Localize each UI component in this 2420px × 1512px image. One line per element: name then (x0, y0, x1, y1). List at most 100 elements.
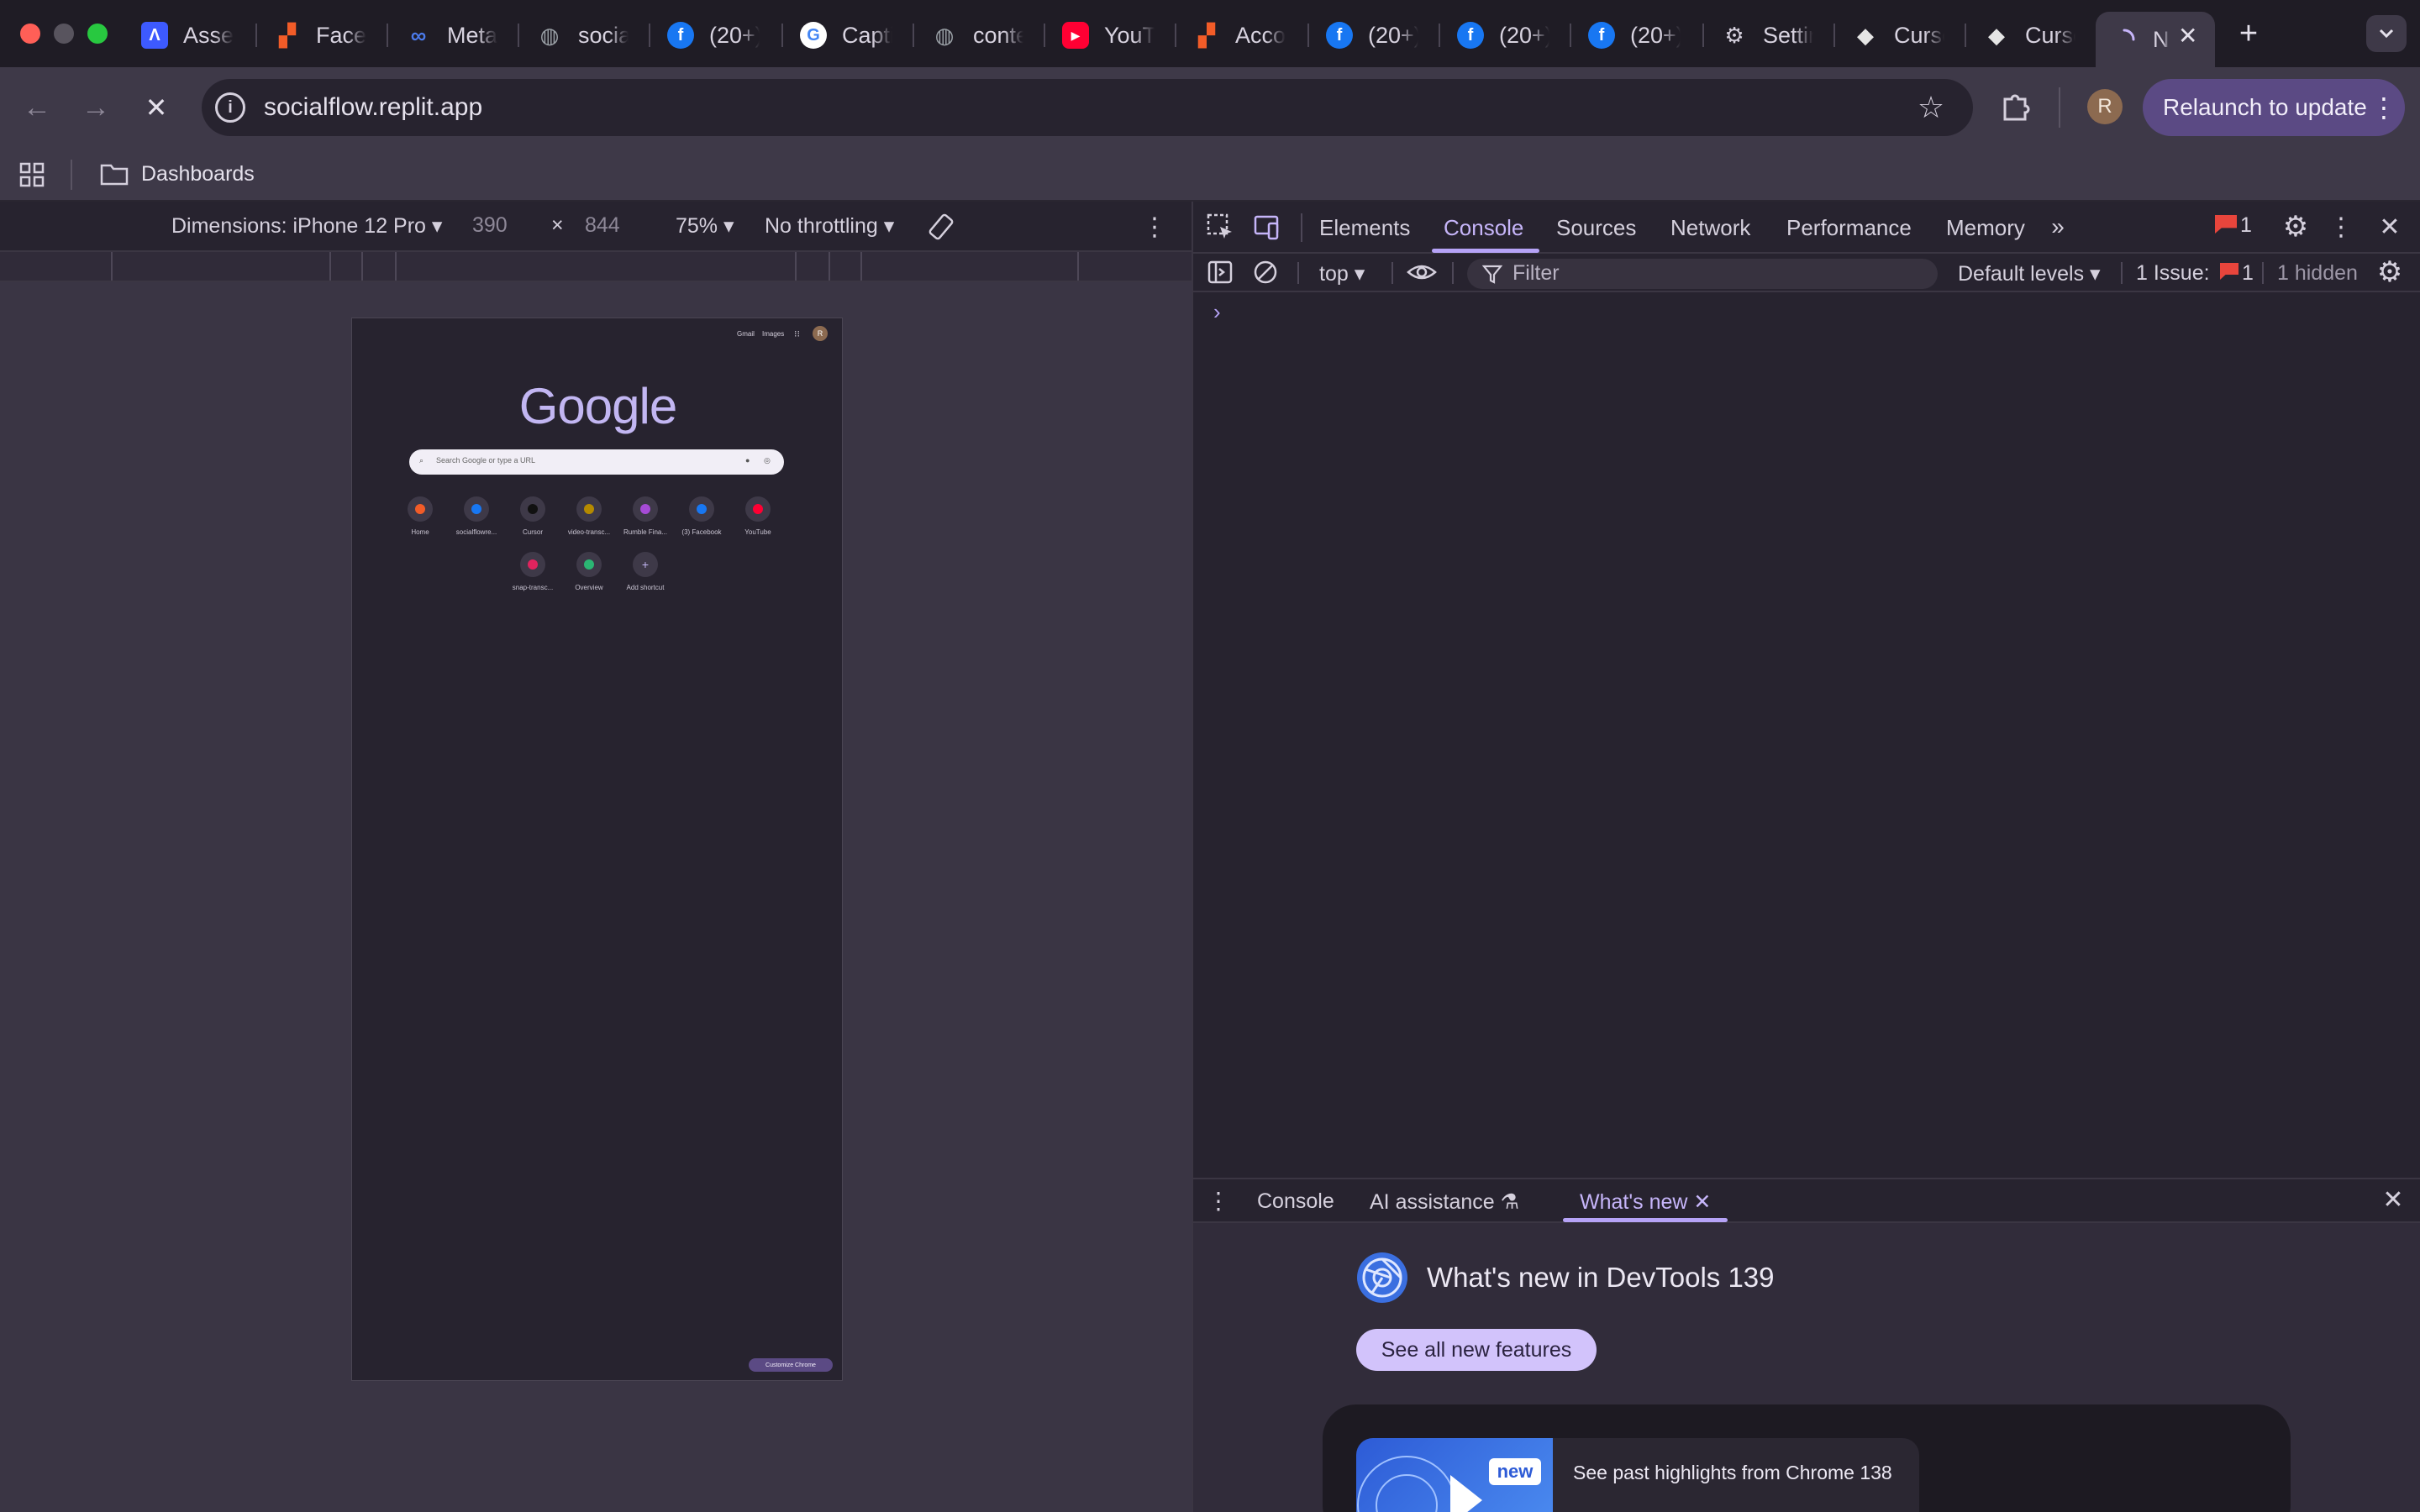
inspect-element-icon[interactable] (1205, 212, 1235, 242)
drawer-menu-icon[interactable]: ⋮ (1207, 1186, 1230, 1215)
devtools-menu-icon[interactable]: ⋮ (2328, 210, 2354, 244)
filter-placeholder: Filter (1512, 261, 1560, 285)
extensions-icon[interactable] (1998, 89, 2033, 124)
tab[interactable]: ◆ Cursor (1837, 12, 1961, 59)
relaunch-button[interactable]: Relaunch to update (2143, 79, 2405, 136)
shortcut-tile[interactable]: Overview (561, 552, 617, 591)
device-toggle-icon[interactable] (1252, 212, 1282, 242)
issues-label[interactable]: 1 Issue: (2136, 261, 2210, 286)
width-input[interactable]: 390 (472, 213, 508, 238)
shortcut-tile[interactable]: + Add shortcut (618, 552, 673, 591)
shortcut-label: Overview (575, 584, 603, 591)
clear-console-icon[interactable] (1252, 259, 1279, 286)
devtools-tab-network[interactable]: Network (1670, 215, 1750, 241)
log-levels-select[interactable]: Default levels ▾ (1958, 261, 2101, 286)
see-all-features-button[interactable]: See all new features (1356, 1329, 1597, 1371)
shortcut-tile[interactable]: Home (392, 496, 448, 536)
rotate-icon[interactable] (926, 212, 956, 242)
stop-loading-button[interactable]: ✕ (136, 87, 176, 128)
tab[interactable]: ⚙ Settings (1706, 12, 1830, 59)
shortcut-label: (3) Facebook (681, 528, 722, 536)
console-input-area[interactable] (1244, 299, 2403, 1139)
shortcut-tile[interactable]: (3) Facebook (674, 496, 729, 536)
search-placeholder: Search Google or type a URL (436, 456, 536, 465)
settings-gear-icon[interactable]: ⚙ (2279, 210, 2312, 244)
tab[interactable]: ▞ Account (1178, 12, 1302, 59)
url-text[interactable]: socialflow.replit.app (264, 93, 482, 122)
tab[interactable]: ∞ Meta (390, 12, 514, 59)
shortcut-tile[interactable]: Rumble Fina... (618, 496, 673, 536)
minimize-window-button[interactable] (54, 24, 74, 44)
tab[interactable]: ▞ Facebook (259, 12, 383, 59)
site-info-icon[interactable]: i (215, 92, 245, 123)
forward-button[interactable]: → (76, 87, 116, 128)
close-tab-icon[interactable]: ✕ (1693, 1190, 1711, 1214)
tab[interactable]: ◆ Cursor (1968, 12, 2092, 59)
new-tab-button[interactable]: + (2232, 16, 2265, 51)
shortcut-label: Add shortcut (626, 584, 665, 591)
issue-badge-count[interactable]: 1 (2240, 213, 2252, 238)
bookmark-folder-dashboards[interactable]: Dashboards (141, 162, 255, 186)
shortcut-favicon-icon (576, 552, 602, 577)
zoom-select[interactable]: 75% ▾ (676, 213, 734, 239)
hidden-count: 1 hidden (2277, 261, 2358, 285)
tab[interactable]: ◍ socialflow (521, 12, 645, 59)
tab-search-button[interactable] (2366, 15, 2407, 52)
close-devtools-icon[interactable]: ✕ (2375, 210, 2405, 244)
back-button[interactable]: ← (17, 87, 57, 128)
sidebar-toggle-icon[interactable] (1207, 259, 1234, 286)
tab[interactable]: f (20+) (652, 12, 776, 59)
shortcut-tile[interactable]: Cursor (505, 496, 560, 536)
more-tabs-icon[interactable]: » (2045, 213, 2070, 240)
gmail-link[interactable]: Gmail (737, 330, 755, 338)
device-toolbar-more-icon[interactable]: ⋮ (1142, 210, 1167, 244)
shortcut-tile[interactable]: socialflowre... (449, 496, 504, 536)
customize-chrome-button[interactable]: Customize Chrome (749, 1358, 833, 1372)
mic-icon[interactable]: ● (745, 456, 750, 465)
close-window-button[interactable] (20, 24, 40, 44)
tab-title: Cursor (1894, 22, 1944, 48)
tab[interactable]: ▶ YouTube (1047, 12, 1171, 59)
drawer-tab-whats-new[interactable]: What's new ✕ (1580, 1189, 1711, 1215)
close-tab-icon[interactable]: ✕ (2178, 22, 2197, 50)
shortcut-tile[interactable]: YouTube (730, 496, 786, 536)
chevron-down-icon (2379, 29, 2394, 39)
devtools-tab-sources[interactable]: Sources (1556, 215, 1636, 241)
device-select[interactable]: Dimensions: iPhone 12 Pro ▾ (171, 213, 442, 239)
throttling-select[interactable]: No throttling ▾ (765, 213, 894, 239)
height-input[interactable]: 844 (585, 213, 620, 238)
chrome-devtools-logo-icon (1355, 1250, 1410, 1305)
tab[interactable]: f (20+) (1442, 12, 1566, 59)
tab-title: Caption (842, 22, 892, 48)
live-expression-eye-icon[interactable] (1405, 259, 1439, 286)
shortcut-tile[interactable]: snap-transc... (505, 552, 560, 591)
globe-icon: ◍ (934, 22, 955, 48)
drawer-tab-ai-assistance[interactable]: AI assistance ⚗ (1370, 1189, 1519, 1215)
bookmark-star-icon[interactable]: ☆ (1912, 89, 1949, 126)
tab[interactable]: f (20+) (1573, 12, 1697, 59)
close-drawer-icon[interactable]: ✕ (2378, 1184, 2408, 1215)
devtools-tab-memory[interactable]: Memory (1946, 215, 2025, 241)
zoom-window-button[interactable] (87, 24, 108, 44)
tab[interactable]: Λ Asset (126, 12, 250, 59)
tab[interactable]: ◍ content (916, 12, 1040, 59)
console-prompt-icon[interactable]: › (1213, 299, 1221, 325)
devtools-tab-performance[interactable]: Performance (1786, 215, 1912, 241)
devtools-tab-console[interactable]: Console (1444, 215, 1523, 241)
tab[interactable]: f (20+) (1311, 12, 1435, 59)
chrome-menu-icon[interactable]: ⋮ (2370, 89, 2397, 126)
phone-avatar[interactable]: R (813, 326, 828, 341)
tab-active[interactable]: N ✕ (2096, 12, 2215, 67)
context-select[interactable]: top ▾ (1319, 261, 1365, 286)
drawer-tab-console[interactable]: Console (1257, 1189, 1334, 1214)
tab[interactable]: G Caption (785, 12, 909, 59)
lens-icon[interactable]: ◎ (764, 456, 771, 465)
images-link[interactable]: Images (762, 330, 784, 338)
console-settings-icon[interactable]: ⚙ (2373, 255, 2407, 289)
shortcut-tile[interactable]: video-transc... (561, 496, 617, 536)
profile-avatar[interactable]: R (2087, 89, 2123, 124)
google-apps-icon[interactable]: ⁝⁝ (794, 328, 800, 339)
issues-count[interactable]: 1 (2242, 261, 2254, 286)
devtools-tab-elements[interactable]: Elements (1319, 215, 1410, 241)
apps-grid-icon[interactable] (18, 161, 45, 188)
